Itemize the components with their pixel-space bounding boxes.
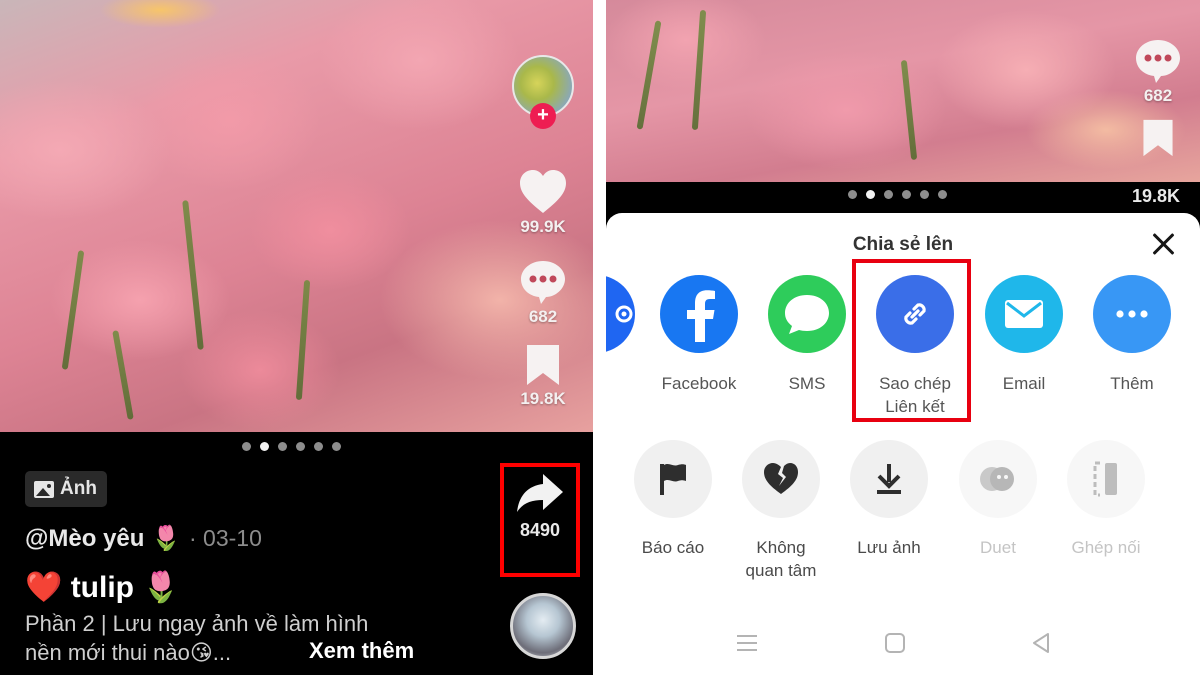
back-triangle-icon[interactable] xyxy=(1026,628,1056,658)
comment-button[interactable]: 682 xyxy=(519,259,567,327)
photo-detail xyxy=(295,279,311,401)
carousel-dot[interactable] xyxy=(920,190,929,199)
share-sheet: Chia sẻ lên Facebook SMS Sao chép Liên k… xyxy=(606,213,1200,675)
carousel-dot[interactable] xyxy=(242,442,251,451)
broken-heart-icon xyxy=(742,440,820,518)
share-sheet-title: Chia sẻ lên xyxy=(852,234,954,255)
partial-app-icon xyxy=(606,275,635,353)
action-sidebar: + 99.9K 682 19.8K xyxy=(493,55,593,409)
menu-icon[interactable] xyxy=(732,628,762,658)
close-icon[interactable] xyxy=(1150,231,1176,257)
photo-detail xyxy=(900,59,918,161)
bookmark-button[interactable]: 19.8K xyxy=(520,343,566,409)
carousel-dot[interactable] xyxy=(332,442,341,451)
share-target-sms[interactable]: SMS xyxy=(757,275,857,395)
label-line: quan tâm xyxy=(745,561,817,580)
description-line: Phần 2 | Lưu ngay ảnh về làm hình xyxy=(25,611,369,636)
share-target-label: SMS xyxy=(788,374,826,393)
heart-icon xyxy=(520,170,566,213)
copy-link-highlight-box xyxy=(852,259,971,422)
carousel-dot[interactable] xyxy=(848,190,857,199)
photo-detail xyxy=(112,330,134,420)
comment-bubble-icon xyxy=(1136,40,1180,83)
bookmark-icon xyxy=(1143,119,1173,157)
share-sheet-screen: 682 19.8K Chia sẻ lên Facebook SMS Sao c… xyxy=(606,0,1200,675)
share-highlight-box xyxy=(500,463,580,577)
action-stitch: Ghép nối xyxy=(1051,440,1161,559)
flag-icon xyxy=(634,440,712,518)
post-title: ❤️ tulip 🌷 xyxy=(25,571,180,604)
email-icon xyxy=(985,275,1063,353)
carousel-dot[interactable] xyxy=(314,442,323,451)
see-more-link[interactable]: Xem thêm xyxy=(309,638,414,664)
author-line: @Mèo yêu 🌷 · 03-10 xyxy=(25,524,262,553)
action-label: Duet xyxy=(980,538,1016,557)
sms-bubble-icon xyxy=(768,275,846,353)
carousel-indicator xyxy=(848,190,947,199)
like-count: 99.9K xyxy=(520,217,566,236)
like-button[interactable]: 99.9K xyxy=(518,169,568,237)
photo-detail xyxy=(691,9,707,131)
action-label: Báo cáo xyxy=(641,538,705,557)
post-date: · 03-10 xyxy=(188,525,262,551)
more-dots-icon xyxy=(1093,275,1171,353)
creator-avatar[interactable]: + xyxy=(512,55,574,129)
label-line: Không xyxy=(756,538,806,557)
comment-button[interactable]: 682 xyxy=(1134,38,1182,106)
home-square-icon[interactable] xyxy=(880,628,910,658)
facebook-icon xyxy=(660,275,738,353)
action-label: Không quan tâm xyxy=(746,536,817,582)
photo-detail xyxy=(636,20,662,130)
share-target-label: Thêm xyxy=(1110,374,1154,393)
photo-detail xyxy=(61,250,85,370)
carousel-dot[interactable] xyxy=(278,442,287,451)
bookmark-icon xyxy=(527,345,559,385)
carousel-dot[interactable] xyxy=(938,190,947,199)
carousel-dot[interactable] xyxy=(296,442,305,451)
action-not-interested[interactable]: Không quan tâm xyxy=(726,440,836,582)
share-target-facebook[interactable]: Facebook xyxy=(649,275,749,395)
tulip-photo xyxy=(606,0,1200,182)
comparison-screenshot: + 99.9K 682 19.8K Ảnh @Mèo yêu 🌷 · 03-10… xyxy=(0,0,1200,675)
photo-type-label: Ảnh xyxy=(60,478,97,499)
system-nav-bar xyxy=(606,628,1200,658)
action-save-image[interactable]: Lưu ảnh xyxy=(834,440,944,559)
action-sidebar: 682 xyxy=(1116,38,1200,158)
image-icon xyxy=(34,480,54,498)
carousel-dot-active[interactable] xyxy=(260,442,269,451)
carousel-dot-active[interactable] xyxy=(866,190,875,199)
action-report[interactable]: Báo cáo xyxy=(618,440,728,559)
tiktok-post-screen: + 99.9K 682 19.8K Ảnh @Mèo yêu 🌷 · 03-10… xyxy=(0,0,593,675)
bookmark-button[interactable] xyxy=(1141,118,1175,158)
comment-bubble-icon xyxy=(521,261,565,304)
download-icon xyxy=(850,440,928,518)
music-disc-icon[interactable] xyxy=(510,593,576,659)
follow-button[interactable]: + xyxy=(530,103,556,129)
comment-count: 682 xyxy=(1143,86,1173,105)
action-label: Ghép nối xyxy=(1071,538,1141,557)
share-target-label: Facebook xyxy=(661,374,737,393)
author-name[interactable]: @Mèo yêu 🌷 xyxy=(25,524,181,553)
action-label: Lưu ảnh xyxy=(857,538,921,557)
share-target-email[interactable]: Email xyxy=(974,275,1074,395)
carousel-dot[interactable] xyxy=(902,190,911,199)
carousel-dot[interactable] xyxy=(884,190,893,199)
share-target-more[interactable]: Thêm xyxy=(1082,275,1182,395)
photo-detail xyxy=(182,200,204,350)
share-target-partial[interactable] xyxy=(606,275,646,353)
bookmark-count: 19.8K xyxy=(1131,186,1181,206)
share-target-label: Email xyxy=(1002,374,1046,393)
carousel-indicator xyxy=(242,442,341,451)
action-duet: Duet xyxy=(943,440,1053,559)
comment-count: 682 xyxy=(528,307,558,326)
stitch-icon xyxy=(1067,440,1145,518)
duet-icon xyxy=(959,440,1037,518)
bookmark-count: 19.8K xyxy=(520,389,566,408)
photo-type-badge: Ảnh xyxy=(25,471,107,507)
